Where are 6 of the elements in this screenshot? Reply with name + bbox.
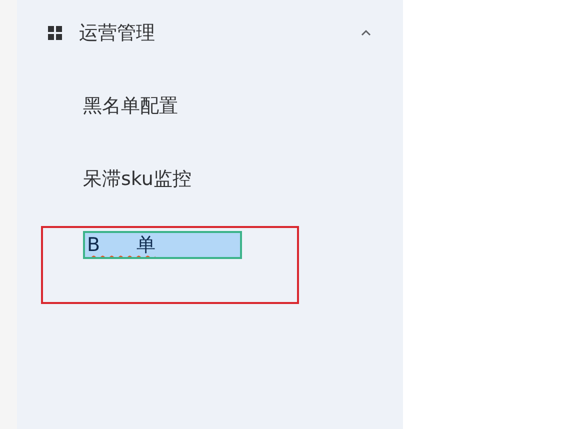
grid-icon xyxy=(48,26,62,40)
caret-icon[interactable] xyxy=(359,28,373,38)
menu-group-title[interactable]: 运营管理 xyxy=(79,20,359,46)
menu-item-input[interactable]: B 单 xyxy=(83,231,242,259)
menu-item[interactable]: 呆滞sku监控 xyxy=(83,165,192,193)
menu-item[interactable]: 黑名单配置 xyxy=(83,92,178,120)
